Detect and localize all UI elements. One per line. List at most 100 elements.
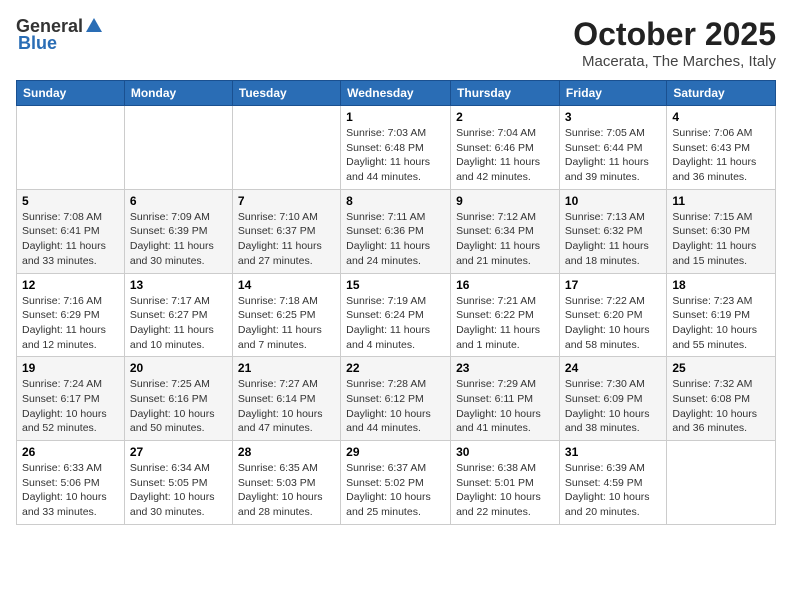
calendar-cell: 20 Sunrise: 7:25 AM Sunset: 6:16 PM Dayli… [124,357,232,441]
day-info: Sunrise: 7:04 AM Sunset: 6:46 PM Dayligh… [456,126,554,185]
day-info: Sunrise: 7:32 AM Sunset: 6:08 PM Dayligh… [672,377,770,436]
day-number: 8 [346,194,445,208]
day-info: Sunrise: 6:33 AM Sunset: 5:06 PM Dayligh… [22,461,119,520]
day-number: 13 [130,278,227,292]
day-number: 15 [346,278,445,292]
calendar-cell: 28 Sunrise: 6:35 AM Sunset: 5:03 PM Dayli… [232,441,340,525]
calendar-cell: 29 Sunrise: 6:37 AM Sunset: 5:02 PM Dayli… [341,441,451,525]
day-info: Sunrise: 7:09 AM Sunset: 6:39 PM Dayligh… [130,210,227,269]
calendar-cell: 7 Sunrise: 7:10 AM Sunset: 6:37 PM Daylig… [232,189,340,273]
weekday-header-wednesday: Wednesday [341,81,451,106]
day-number: 29 [346,445,445,459]
day-info: Sunrise: 7:15 AM Sunset: 6:30 PM Dayligh… [672,210,770,269]
day-info: Sunrise: 7:06 AM Sunset: 6:43 PM Dayligh… [672,126,770,185]
weekday-header-tuesday: Tuesday [232,81,340,106]
day-number: 21 [238,361,335,375]
day-number: 28 [238,445,335,459]
weekday-header-saturday: Saturday [667,81,776,106]
day-info: Sunrise: 7:12 AM Sunset: 6:34 PM Dayligh… [456,210,554,269]
day-info: Sunrise: 7:03 AM Sunset: 6:48 PM Dayligh… [346,126,445,185]
calendar-cell [17,106,125,190]
day-info: Sunrise: 7:10 AM Sunset: 6:37 PM Dayligh… [238,210,335,269]
calendar-title: October 2025 [573,16,776,53]
calendar-cell: 21Sunrise: 7:27 AM Sunset: 6:14 PM Dayli… [232,357,340,441]
calendar-table: SundayMondayTuesdayWednesdayThursdayFrid… [16,80,776,525]
day-info: Sunrise: 7:16 AM Sunset: 6:29 PM Dayligh… [22,294,119,353]
calendar-cell: 3 Sunrise: 7:05 AM Sunset: 6:44 PM Daylig… [559,106,666,190]
weekday-header-monday: Monday [124,81,232,106]
calendar-cell: 6 Sunrise: 7:09 AM Sunset: 6:39 PM Daylig… [124,189,232,273]
day-number: 27 [130,445,227,459]
calendar-cell: 25Sunrise: 7:32 AM Sunset: 6:08 PM Dayli… [667,357,776,441]
page-header: General Blue October 2025 Macerata, The … [16,16,776,70]
day-number: 22 [346,361,445,375]
calendar-cell: 11 Sunrise: 7:15 AM Sunset: 6:30 PM Dayli… [667,189,776,273]
calendar-cell: 14Sunrise: 7:18 AM Sunset: 6:25 PM Dayli… [232,273,340,357]
day-number: 12 [22,278,119,292]
calendar-cell: 19 Sunrise: 7:24 AM Sunset: 6:17 PM Dayli… [17,357,125,441]
title-area: October 2025 Macerata, The Marches, Ital… [573,16,776,70]
calendar-cell: 16 Sunrise: 7:21 AM Sunset: 6:22 PM Dayli… [451,273,560,357]
day-info: Sunrise: 7:23 AM Sunset: 6:19 PM Dayligh… [672,294,770,353]
logo: General Blue [16,16,103,54]
calendar-cell: 23 Sunrise: 7:29 AM Sunset: 6:11 PM Dayli… [451,357,560,441]
day-number: 3 [565,110,661,124]
day-info: Sunrise: 7:19 AM Sunset: 6:24 PM Dayligh… [346,294,445,353]
weekday-header-sunday: Sunday [17,81,125,106]
calendar-cell: 22Sunrise: 7:28 AM Sunset: 6:12 PM Dayli… [341,357,451,441]
calendar-cell: 24Sunrise: 7:30 AM Sunset: 6:09 PM Dayli… [559,357,666,441]
calendar-cell: 31 Sunrise: 6:39 AM Sunset: 4:59 PM Dayli… [559,441,666,525]
day-info: Sunrise: 7:29 AM Sunset: 6:11 PM Dayligh… [456,377,554,436]
day-number: 26 [22,445,119,459]
day-info: Sunrise: 6:35 AM Sunset: 5:03 PM Dayligh… [238,461,335,520]
calendar-cell: 17Sunrise: 7:22 AM Sunset: 6:20 PM Dayli… [559,273,666,357]
calendar-cell [232,106,340,190]
calendar-cell [124,106,232,190]
day-number: 11 [672,194,770,208]
day-info: Sunrise: 6:38 AM Sunset: 5:01 PM Dayligh… [456,461,554,520]
logo-icon [85,16,103,34]
day-info: Sunrise: 7:25 AM Sunset: 6:16 PM Dayligh… [130,377,227,436]
day-info: Sunrise: 7:21 AM Sunset: 6:22 PM Dayligh… [456,294,554,353]
calendar-cell: 27 Sunrise: 6:34 AM Sunset: 5:05 PM Dayli… [124,441,232,525]
day-info: Sunrise: 6:37 AM Sunset: 5:02 PM Dayligh… [346,461,445,520]
calendar-cell: 18 Sunrise: 7:23 AM Sunset: 6:19 PM Dayli… [667,273,776,357]
weekday-header-thursday: Thursday [451,81,560,106]
day-number: 17 [565,278,661,292]
day-number: 6 [130,194,227,208]
calendar-subtitle: Macerata, The Marches, Italy [573,53,776,70]
day-number: 23 [456,361,554,375]
day-info: Sunrise: 7:24 AM Sunset: 6:17 PM Dayligh… [22,377,119,436]
calendar-cell: 1 Sunrise: 7:03 AM Sunset: 6:48 PM Daylig… [341,106,451,190]
day-number: 1 [346,110,445,124]
logo-blue: Blue [16,33,57,54]
day-number: 31 [565,445,661,459]
calendar-cell: 13 Sunrise: 7:17 AM Sunset: 6:27 PM Dayli… [124,273,232,357]
day-number: 20 [130,361,227,375]
calendar-cell: 5Sunrise: 7:08 AM Sunset: 6:41 PM Daylig… [17,189,125,273]
day-info: Sunrise: 6:34 AM Sunset: 5:05 PM Dayligh… [130,461,227,520]
day-number: 16 [456,278,554,292]
day-info: Sunrise: 7:05 AM Sunset: 6:44 PM Dayligh… [565,126,661,185]
calendar-cell [667,441,776,525]
day-number: 7 [238,194,335,208]
day-number: 30 [456,445,554,459]
calendar-cell: 9 Sunrise: 7:12 AM Sunset: 6:34 PM Daylig… [451,189,560,273]
calendar-cell: 10Sunrise: 7:13 AM Sunset: 6:32 PM Dayli… [559,189,666,273]
day-number: 2 [456,110,554,124]
day-number: 14 [238,278,335,292]
day-number: 24 [565,361,661,375]
day-info: Sunrise: 7:17 AM Sunset: 6:27 PM Dayligh… [130,294,227,353]
day-number: 18 [672,278,770,292]
day-info: Sunrise: 7:11 AM Sunset: 6:36 PM Dayligh… [346,210,445,269]
day-info: Sunrise: 6:39 AM Sunset: 4:59 PM Dayligh… [565,461,661,520]
calendar-cell: 8 Sunrise: 7:11 AM Sunset: 6:36 PM Daylig… [341,189,451,273]
calendar-cell: 26 Sunrise: 6:33 AM Sunset: 5:06 PM Dayli… [17,441,125,525]
day-number: 9 [456,194,554,208]
day-number: 4 [672,110,770,124]
weekday-header-friday: Friday [559,81,666,106]
day-info: Sunrise: 7:13 AM Sunset: 6:32 PM Dayligh… [565,210,661,269]
calendar-cell: 4 Sunrise: 7:06 AM Sunset: 6:43 PM Daylig… [667,106,776,190]
calendar-cell: 12 Sunrise: 7:16 AM Sunset: 6:29 PM Dayli… [17,273,125,357]
day-number: 19 [22,361,119,375]
